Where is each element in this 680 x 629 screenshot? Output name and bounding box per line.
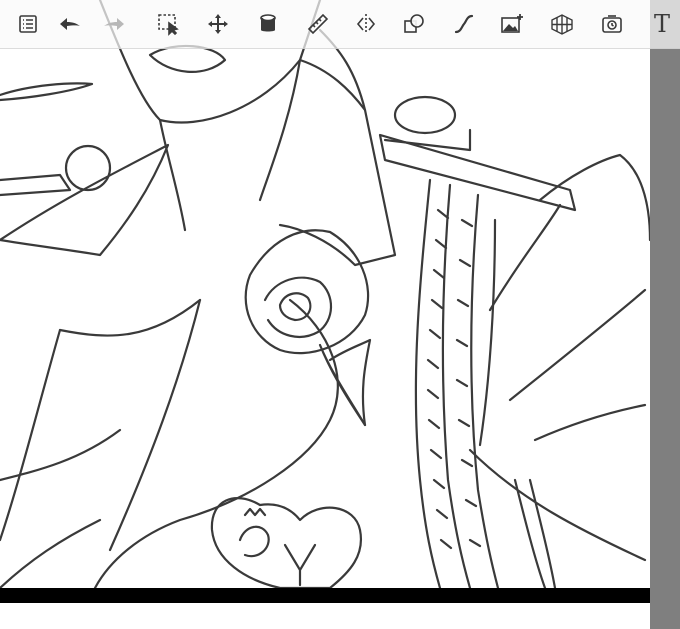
undo-icon [60,18,80,30]
add-image-icon [501,14,523,33]
fill-bucket-icon [260,14,276,32]
perspective-button[interactable] [542,4,582,44]
selection-button[interactable] [148,4,188,44]
redo-button[interactable] [94,4,134,44]
canvas-bottom-edge [0,588,650,603]
shape-button[interactable] [394,4,434,44]
transform-move-icon [208,14,228,34]
line-art-drawing [0,0,650,588]
shape-icon [404,14,424,33]
text-tool-button[interactable]: T [642,4,680,44]
timelapse-icon [602,15,622,33]
add-image-button[interactable] [492,4,532,44]
transform-button[interactable] [198,4,238,44]
bottom-margin [0,603,650,629]
curve-button[interactable] [444,4,484,44]
layers-button[interactable] [8,4,48,44]
layers-list-icon [19,15,37,33]
timelapse-button[interactable] [592,4,632,44]
drawing-canvas[interactable] [0,0,650,588]
fill-button[interactable] [248,4,288,44]
perspective-grid-icon [551,14,573,35]
curve-icon [454,14,474,34]
top-toolbar: T [0,0,680,49]
selection-icon [158,14,179,36]
ruler-icon [307,13,329,35]
ruler-button[interactable] [298,4,338,44]
symmetry-button[interactable] [346,4,386,44]
undo-button[interactable] [50,4,90,44]
symmetry-icon [356,14,376,34]
vertical-scrollbar[interactable] [650,0,680,629]
text-icon: T [653,10,670,38]
redo-icon [104,18,124,30]
